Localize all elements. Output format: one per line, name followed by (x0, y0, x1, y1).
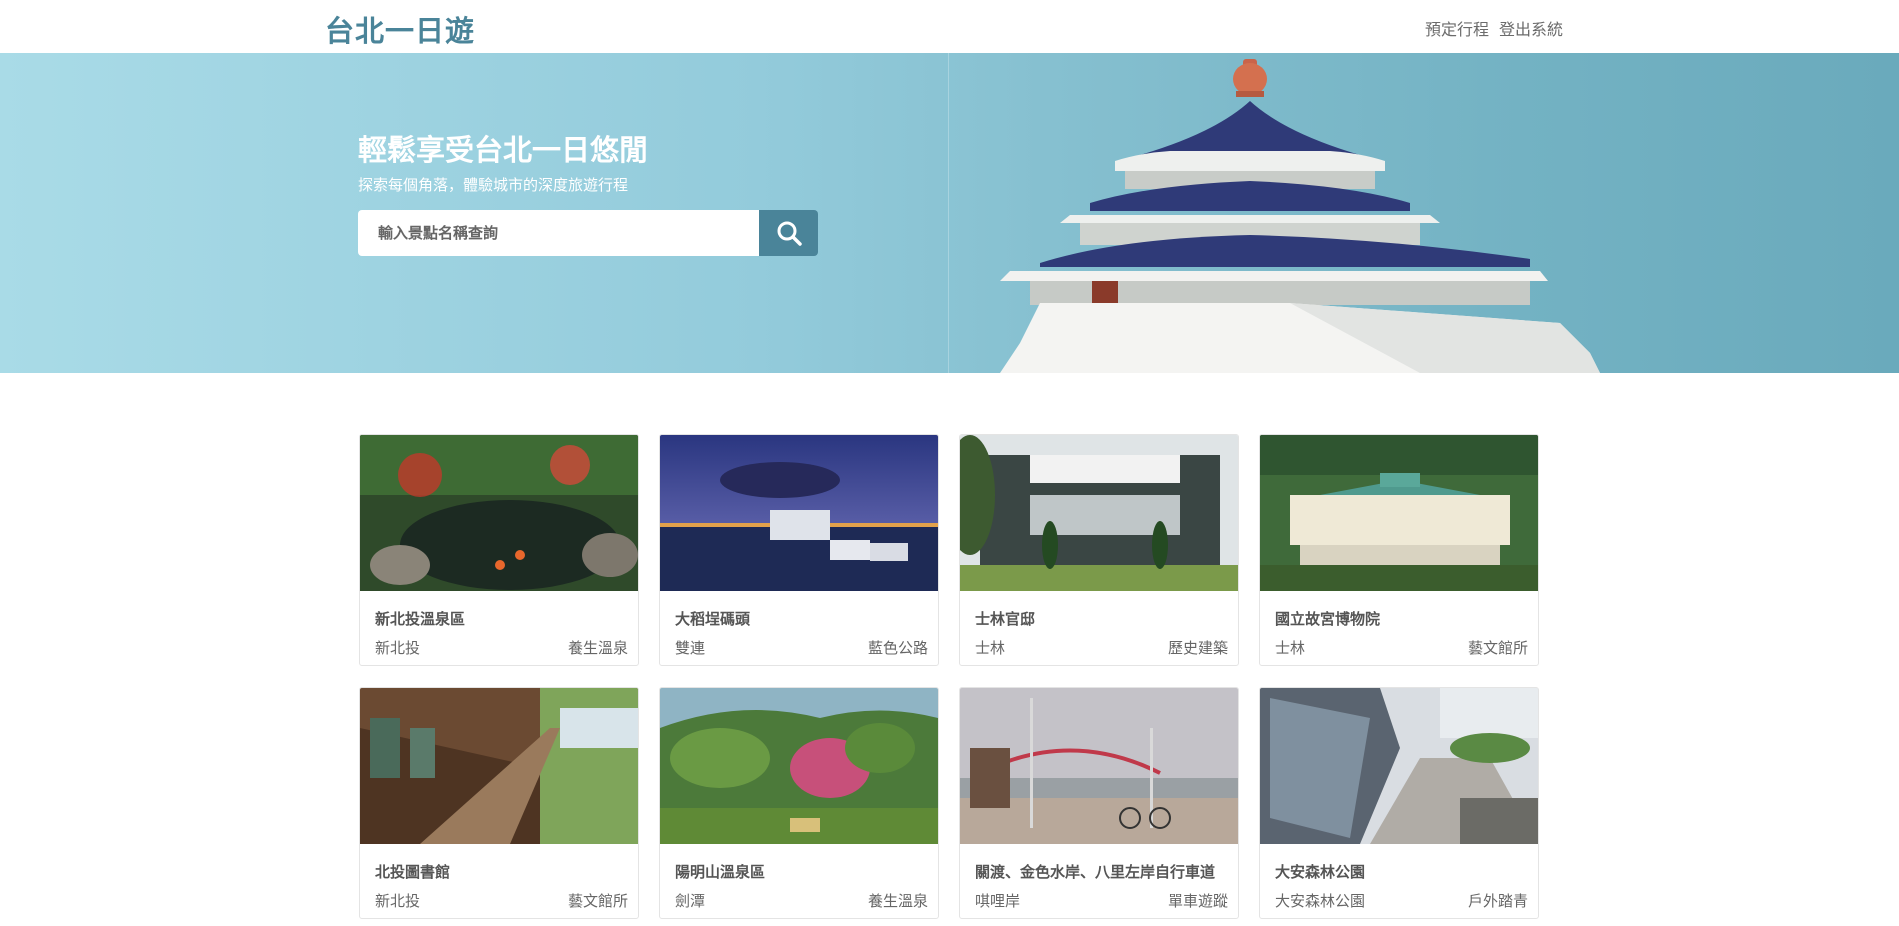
attraction-grid: 新北投溫泉區 新北投 養生溫泉 大稻埕碼頭 雙連 藍色公路 士林官邸 士林 歷史… (359, 434, 1540, 919)
attraction-name: 新北投溫泉區 (375, 610, 466, 628)
attraction-district: 雙連 (675, 639, 706, 657)
attraction-image (660, 435, 938, 591)
nav-booking-link[interactable]: 預定行程 (1425, 16, 1489, 40)
attraction-district: 劍潭 (675, 892, 706, 910)
search-bar (358, 210, 818, 256)
attraction-category: 養生溫泉 (867, 892, 928, 910)
top-navbar: 台北一日遊 預定行程 登出系統 (0, 0, 1899, 53)
attraction-meta: 雙連 藍色公路 (675, 637, 928, 658)
attraction-image (960, 688, 1238, 844)
attraction-name: 大安森林公園 (1275, 863, 1366, 881)
attraction-meta: 劍潭 養生溫泉 (675, 890, 928, 911)
attraction-category: 藍色公路 (867, 639, 928, 657)
attraction-category: 歷史建築 (1167, 639, 1228, 657)
hero-title: 輕鬆享受台北一日悠閒 (358, 133, 649, 167)
hero-banner: 輕鬆享受台北一日悠閒 探索每個角落，體驗城市的深度旅遊行程 (0, 53, 1899, 373)
attraction-card[interactable]: 北投圖書館 新北投 藝文館所 (359, 687, 639, 919)
attraction-image (960, 435, 1238, 591)
attraction-name: 士林官邸 (975, 610, 1036, 628)
attraction-category: 戶外踏青 (1467, 892, 1528, 910)
attraction-meta: 新北投 藝文館所 (375, 890, 628, 911)
attraction-image (1260, 688, 1538, 844)
attraction-name: 國立故宮博物院 (1275, 610, 1381, 628)
attraction-category: 藝文館所 (1467, 639, 1528, 657)
nav-logout-link[interactable]: 登出系統 (1499, 16, 1563, 40)
attraction-image (360, 688, 638, 844)
attraction-district: 士林 (975, 639, 1006, 657)
attraction-district: 大安森林公園 (1275, 892, 1366, 910)
attraction-district: 新北投 (375, 892, 421, 910)
attraction-category: 藝文館所 (567, 892, 628, 910)
attraction-category: 單車遊蹤 (1167, 892, 1228, 910)
search-icon (777, 221, 802, 246)
attraction-card[interactable]: 陽明山溫泉區 劍潭 養生溫泉 (659, 687, 939, 919)
hero-seam (948, 53, 949, 373)
attraction-card[interactable]: 關渡、金色水岸、八里左岸自行車道 唭哩岸 單車遊蹤 (959, 687, 1239, 919)
hero-subtitle: 探索每個角落，體驗城市的深度旅遊行程 (358, 176, 629, 194)
attraction-name: 關渡、金色水岸、八里左岸自行車道 (975, 863, 1216, 881)
attraction-district: 唭哩岸 (975, 892, 1021, 910)
attraction-district: 新北投 (375, 639, 421, 657)
attraction-meta: 唭哩岸 單車遊蹤 (975, 890, 1228, 911)
attraction-name: 陽明山溫泉區 (675, 863, 766, 881)
attraction-meta: 大安森林公園 戶外踏青 (1275, 890, 1528, 911)
memorial-hall-image (1000, 59, 1600, 373)
attraction-name: 大稻埕碼頭 (675, 610, 751, 628)
search-button[interactable] (759, 210, 818, 256)
attraction-meta: 士林 歷史建築 (975, 637, 1228, 658)
attraction-category: 養生溫泉 (567, 639, 628, 657)
attraction-card[interactable]: 新北投溫泉區 新北投 養生溫泉 (359, 434, 639, 666)
attraction-meta: 新北投 養生溫泉 (375, 637, 628, 658)
attraction-district: 士林 (1275, 639, 1306, 657)
attraction-image (360, 435, 638, 591)
attraction-meta: 士林 藝文館所 (1275, 637, 1528, 658)
attraction-card[interactable]: 國立故宮博物院 士林 藝文館所 (1259, 434, 1539, 666)
attraction-name: 北投圖書館 (375, 863, 451, 881)
site-logo[interactable]: 台北一日遊 (325, 8, 475, 50)
nav-links: 預定行程 登出系統 (1425, 16, 1563, 40)
attraction-image (660, 688, 938, 844)
attraction-image (1260, 435, 1538, 591)
attraction-card[interactable]: 士林官邸 士林 歷史建築 (959, 434, 1239, 666)
attraction-card[interactable]: 大稻埕碼頭 雙連 藍色公路 (659, 434, 939, 666)
attraction-card[interactable]: 大安森林公園 大安森林公園 戶外踏青 (1259, 687, 1539, 919)
search-input[interactable] (358, 210, 759, 256)
